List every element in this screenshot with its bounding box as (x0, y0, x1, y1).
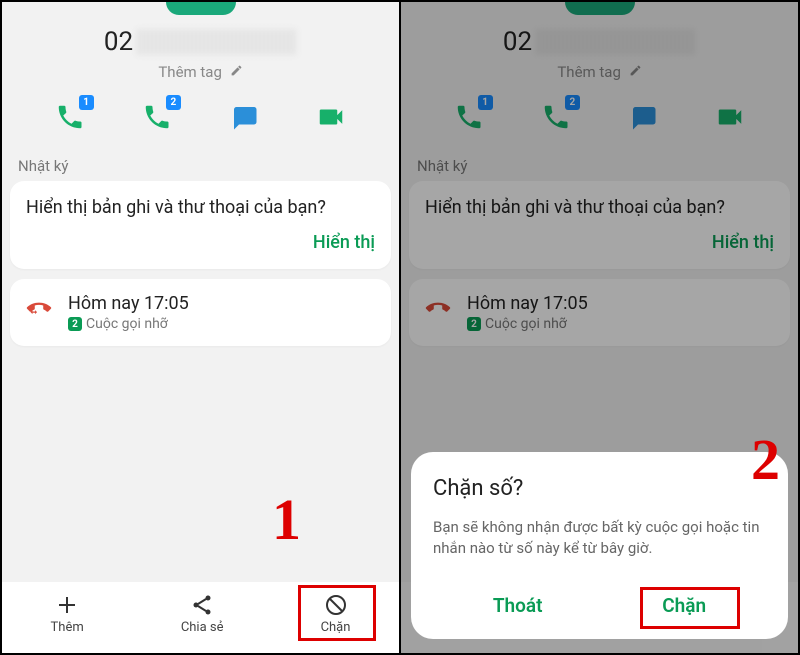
show-records-button[interactable]: Hiển thị (26, 232, 375, 253)
video-call-button[interactable] (313, 99, 349, 135)
dialog-body: Bạn sẽ không nhận được bất kỳ cuộc gọi h… (433, 517, 766, 561)
show-records-question: Hiển thị bản ghi và thư thoại của bạn? (26, 197, 375, 218)
annotation-box-2 (640, 587, 740, 629)
add-tag-button[interactable]: Thêm tag (2, 63, 399, 81)
call-log-entry[interactable]: Hôm nay 17:05 2 Cuộc gọi nhỡ (10, 279, 391, 346)
screen-2: 02 Thêm tag 1 2 Nhật ký (400, 2, 798, 653)
log-subtitle: 2 Cuộc gọi nhỡ (68, 316, 189, 332)
share-icon (181, 592, 224, 618)
share-button[interactable]: Chia sẻ (181, 592, 224, 635)
call-sim2-button[interactable]: 2 (139, 99, 175, 135)
annotation-step-2: 2 (751, 426, 780, 493)
phone-prefix: 02 (104, 27, 133, 57)
log-section-header: Nhật ký (2, 149, 399, 181)
dialog-title: Chặn số? (433, 476, 766, 501)
avatar-bottom (166, 2, 236, 15)
more-button[interactable]: Thêm (51, 592, 84, 635)
log-time: Hôm nay 17:05 (68, 293, 189, 314)
plus-icon (51, 592, 84, 618)
log-type: Cuộc gọi nhỡ (86, 316, 168, 332)
phone-blurred (137, 29, 297, 55)
dialog-cancel-button[interactable]: Thoát (465, 586, 571, 625)
add-tag-label: Thêm tag (158, 63, 222, 81)
sim-badge: 2 (68, 317, 82, 331)
more-label: Thêm (51, 620, 84, 635)
contact-actions: 1 2 (26, 99, 375, 135)
message-button[interactable] (226, 99, 262, 135)
sim1-badge: 1 (79, 95, 94, 110)
sim2-badge: 2 (166, 95, 181, 110)
annotation-step-1: 1 (272, 486, 301, 553)
phone-number: 02 (2, 27, 399, 57)
call-sim1-button[interactable]: 1 (52, 99, 88, 135)
screen-1: 02 Thêm tag 1 2 Nhật ký (2, 2, 400, 653)
missed-call-icon (26, 295, 54, 325)
show-records-card: Hiển thị bản ghi và thư thoại của bạn? H… (10, 181, 391, 269)
share-label: Chia sẻ (181, 620, 224, 635)
pencil-icon (230, 65, 243, 81)
annotation-box-1 (298, 585, 376, 641)
